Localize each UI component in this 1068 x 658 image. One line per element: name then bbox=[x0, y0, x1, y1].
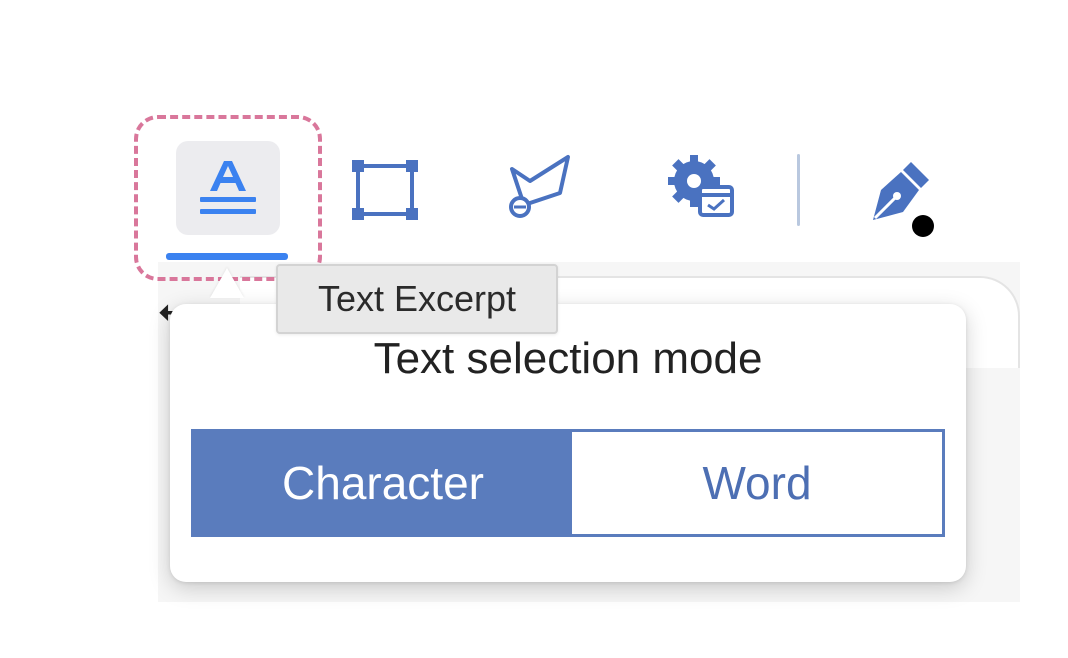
rectangle-select-button[interactable] bbox=[340, 150, 430, 230]
region-select-button[interactable] bbox=[496, 146, 586, 230]
settings-screen-icon bbox=[668, 155, 734, 217]
settings-screen-button[interactable] bbox=[656, 146, 746, 230]
popover-title: Text selection mode bbox=[373, 334, 763, 383]
selection-mode-segmented-control: Character Word bbox=[191, 429, 945, 537]
text-selection-popover: Text selection mode Character Word bbox=[170, 304, 966, 582]
tooltip: Text Excerpt bbox=[276, 264, 558, 334]
word-mode-option[interactable]: Word bbox=[572, 432, 942, 534]
toolbar-divider bbox=[797, 154, 800, 226]
character-mode-option[interactable]: Character bbox=[194, 432, 572, 534]
rectangle-select-icon bbox=[352, 160, 418, 220]
pen-color-dot bbox=[912, 215, 934, 237]
focus-highlight bbox=[134, 115, 322, 281]
popover-arrow bbox=[210, 268, 244, 298]
region-select-icon bbox=[509, 155, 570, 218]
